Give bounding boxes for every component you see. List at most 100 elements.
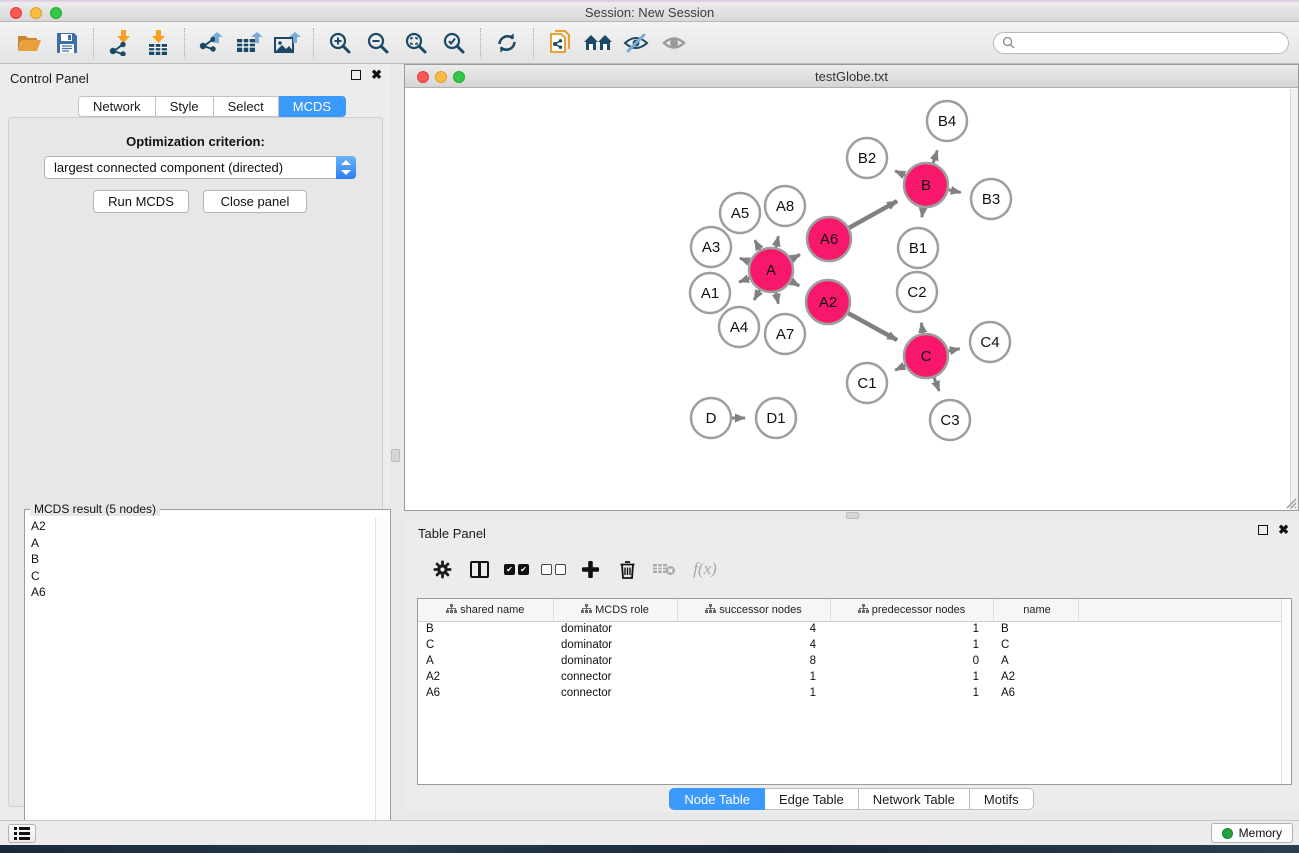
export-network-icon[interactable] [194, 27, 228, 59]
graph-edge-A-A2[interactable] [791, 281, 799, 286]
float-table-panel-icon[interactable] [1258, 525, 1268, 535]
network-scroll-lane[interactable] [1290, 89, 1298, 510]
table-cell[interactable]: 1 [830, 621, 993, 637]
column-header-predecessor-nodes[interactable]: predecessor nodes [830, 599, 993, 621]
table-row[interactable]: Bdominator41B [418, 621, 1291, 637]
network-window-titlebar[interactable]: testGlobe.txt [405, 65, 1298, 88]
zoom-out-icon[interactable] [361, 27, 395, 59]
table-cell[interactable]: 1 [677, 669, 830, 685]
table-cell[interactable]: A6 [993, 685, 1078, 701]
tab-edge-table[interactable]: Edge Table [765, 788, 859, 810]
graph-node-D[interactable]: D [691, 398, 731, 438]
tab-select[interactable]: Select [214, 96, 279, 117]
graph-node-A[interactable]: A [749, 248, 793, 292]
show-panels-eye-icon[interactable] [657, 27, 691, 59]
result-scrollbar[interactable] [375, 518, 389, 853]
table-cell[interactable]: dominator [553, 621, 677, 637]
table-cell[interactable]: C [418, 637, 553, 653]
table-cell[interactable]: 1 [830, 669, 993, 685]
import-table-icon[interactable] [141, 27, 175, 59]
graph-node-C1[interactable]: C1 [847, 363, 887, 403]
search-field[interactable] [993, 32, 1289, 54]
function-builder-icon[interactable]: f(x) [683, 553, 727, 585]
column-header-MCDS-role[interactable]: MCDS role [553, 599, 677, 621]
table-cell[interactable]: dominator [553, 637, 677, 653]
network-canvas[interactable]: B4B2BB3A5A8A6A3B1AA1C2A2A4A7C4CC1DD1C3 [405, 89, 1291, 510]
graph-node-A5[interactable]: A5 [720, 193, 760, 233]
graph-node-B4[interactable]: B4 [927, 101, 967, 141]
table-settings-gear-icon[interactable] [424, 553, 461, 585]
table-cell[interactable]: A6 [418, 685, 553, 701]
graph-node-A8[interactable]: A8 [765, 186, 805, 226]
graph-node-C4[interactable]: C4 [970, 322, 1010, 362]
dropdown-stepper-icon[interactable] [336, 156, 356, 179]
zoom-in-icon[interactable] [323, 27, 357, 59]
table-cell[interactable]: A2 [418, 669, 553, 685]
table-cell[interactable]: 1 [830, 637, 993, 653]
table-cell[interactable]: A [418, 653, 553, 669]
delete-column-trash-icon[interactable] [609, 553, 646, 585]
save-session-icon[interactable] [50, 27, 84, 59]
table-cell[interactable]: 0 [830, 653, 993, 669]
select-all-checkboxes-icon[interactable]: ✔✔ [498, 553, 535, 585]
table-cell[interactable]: dominator [553, 653, 677, 669]
graph-edge-B-B4[interactable] [933, 150, 937, 163]
result-item[interactable]: B [26, 551, 375, 568]
column-header-successor-nodes[interactable]: successor nodes [677, 599, 830, 621]
tab-node-table[interactable]: Node Table [669, 788, 765, 810]
tab-style[interactable]: Style [156, 96, 214, 117]
result-item[interactable]: C [26, 568, 375, 585]
table-cell[interactable]: 8 [677, 653, 830, 669]
graph-edge-A-A1[interactable] [739, 278, 749, 282]
result-item[interactable]: A6 [26, 584, 375, 601]
tab-network[interactable]: Network [78, 96, 156, 117]
graph-edge-A-A7[interactable] [776, 292, 778, 303]
deselect-all-checkboxes-icon[interactable] [535, 553, 572, 585]
column-header-name[interactable]: name [993, 599, 1078, 621]
graph-edge-A-A8[interactable] [776, 236, 778, 247]
graph-node-D1[interactable]: D1 [756, 398, 796, 438]
graph-edge-A-A3[interactable] [740, 258, 750, 262]
graph-node-C2[interactable]: C2 [897, 272, 937, 312]
graph-edge-C-C2[interactable] [921, 323, 922, 334]
copy-network-icon[interactable] [543, 27, 577, 59]
zoom-fit-icon[interactable] [399, 27, 433, 59]
graph-node-B[interactable]: B [904, 163, 948, 207]
table-row[interactable]: Cdominator41C [418, 637, 1291, 653]
table-cell[interactable]: 1 [677, 685, 830, 701]
export-table-icon[interactable] [232, 27, 266, 59]
graph-node-C3[interactable]: C3 [930, 400, 970, 440]
close-panel-icon[interactable]: ✖ [371, 70, 382, 80]
table-cell[interactable]: 4 [677, 621, 830, 637]
table-row[interactable]: Adominator80A [418, 653, 1291, 669]
graph-edge-C-C1[interactable] [895, 366, 905, 371]
table-row[interactable]: A6connector11A6 [418, 685, 1291, 701]
graph-node-A4[interactable]: A4 [719, 307, 759, 347]
table-cell[interactable]: connector [553, 669, 677, 685]
table-cell[interactable]: 4 [677, 637, 830, 653]
open-file-icon[interactable] [12, 27, 46, 59]
float-panel-icon[interactable] [351, 70, 361, 80]
tab-mcds[interactable]: MCDS [279, 96, 346, 117]
run-mcds-button[interactable]: Run MCDS [93, 190, 189, 213]
hide-panels-eye-icon[interactable] [619, 27, 653, 59]
close-panel-button[interactable]: Close panel [203, 190, 307, 213]
memory-button[interactable]: Memory [1211, 823, 1293, 843]
graph-node-A7[interactable]: A7 [765, 314, 805, 354]
delete-table-icon[interactable] [646, 553, 683, 585]
graph-edge-A6-B[interactable] [849, 201, 897, 228]
graph-edge-A2-C[interactable] [848, 313, 897, 340]
close-table-panel-icon[interactable]: ✖ [1278, 525, 1289, 535]
add-column-icon[interactable] [572, 553, 609, 585]
graph-node-B2[interactable]: B2 [847, 138, 887, 178]
table-row[interactable]: A2connector11A2 [418, 669, 1291, 685]
graph-node-A2[interactable]: A2 [806, 280, 850, 324]
task-history-button[interactable] [8, 824, 36, 843]
vertical-splitter-handle[interactable] [391, 449, 400, 462]
horizontal-splitter-handle[interactable] [846, 512, 859, 519]
table-scrollbar[interactable] [1281, 599, 1291, 784]
tab-motifs[interactable]: Motifs [970, 788, 1034, 810]
graph-edge-A-A6[interactable] [791, 255, 800, 260]
graph-edge-B-B3[interactable] [948, 190, 960, 193]
graph-node-A6[interactable]: A6 [807, 217, 851, 261]
